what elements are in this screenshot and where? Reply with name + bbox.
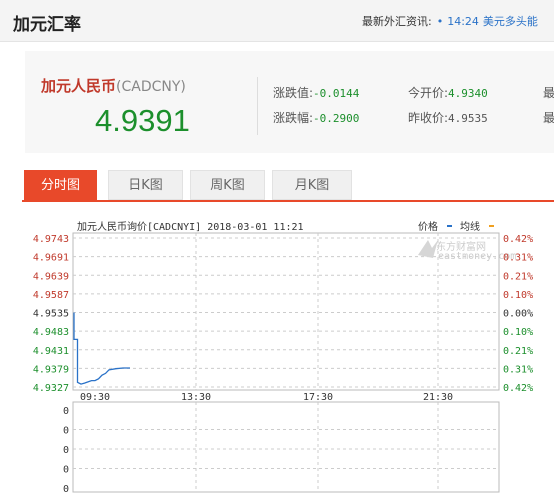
y-tick-right: 0.21% <box>503 346 533 357</box>
y-tick-left: 4.9431 <box>33 346 69 357</box>
y-tick-right: 0.42% <box>503 383 533 394</box>
y-tick-left: 4.9379 <box>33 364 69 375</box>
volume-plot-frame <box>72 401 500 493</box>
x-tick-label: 17:30 <box>303 392 333 403</box>
y-tick-right: 0.00% <box>503 309 533 320</box>
x-axis: 09:30 13:30 17:30 21:30 <box>80 392 453 403</box>
legend-price-swatch <box>447 225 452 227</box>
y-tick-left: 4.9691 <box>33 253 69 264</box>
grid-lines <box>73 233 499 492</box>
volume-tick: 0 <box>63 406 69 417</box>
legend-avg-label: 均线 <box>460 220 480 233</box>
y-tick-left: 4.9743 <box>33 234 69 245</box>
price-series <box>73 312 130 385</box>
x-tick-label: 09:30 <box>80 392 110 403</box>
volume-tick: 0 <box>63 465 69 476</box>
y-tick-left: 4.9535 <box>33 309 69 320</box>
y-tick-right: 0.42% <box>503 234 533 245</box>
y-tick-left: 4.9483 <box>33 327 69 338</box>
volume-tick: 0 <box>63 484 69 495</box>
intraday-chart: 加元人民币询价[CADCNYI] 2018-03-01 11:21 价格 均线 … <box>33 220 533 495</box>
y-tick-left: 4.9639 <box>33 271 69 282</box>
y-tick-right: 0.21% <box>503 271 533 282</box>
y-tick-right: 0.10% <box>503 290 533 301</box>
watermark-mark <box>418 240 438 258</box>
price-line <box>73 312 130 385</box>
y-tick-right: 0.10% <box>503 327 533 338</box>
y-axis-right: 0.42% 0.31% 0.21% 0.10% 0.00% 0.10% 0.21% 0.31%… <box>503 234 533 394</box>
y-axis-left: 4.9743 4.9691 4.9639 4.9587 4.9535 4.9483 4.94… <box>33 234 69 394</box>
y-tick-left: 4.9587 <box>33 290 69 301</box>
volume-tick: 0 <box>63 426 69 437</box>
legend-price-label: 价格 <box>418 220 438 233</box>
watermark-logo: 东方财富网 eastmoney.com <box>418 240 516 262</box>
y-tick-right: 0.31% <box>503 364 533 375</box>
x-tick-label: 13:30 <box>181 392 211 403</box>
chart-title: 加元人民币询价[CADCNYI] 2018-03-01 11:21 <box>77 220 304 233</box>
y-tick-right: 0.31% <box>503 253 533 264</box>
x-tick-label: 21:30 <box>423 392 453 403</box>
legend-avg-swatch <box>489 225 494 227</box>
volume-axis: 0 0 0 0 0 <box>63 406 69 495</box>
y-tick-left: 4.9327 <box>33 383 69 394</box>
volume-tick: 0 <box>63 445 69 456</box>
